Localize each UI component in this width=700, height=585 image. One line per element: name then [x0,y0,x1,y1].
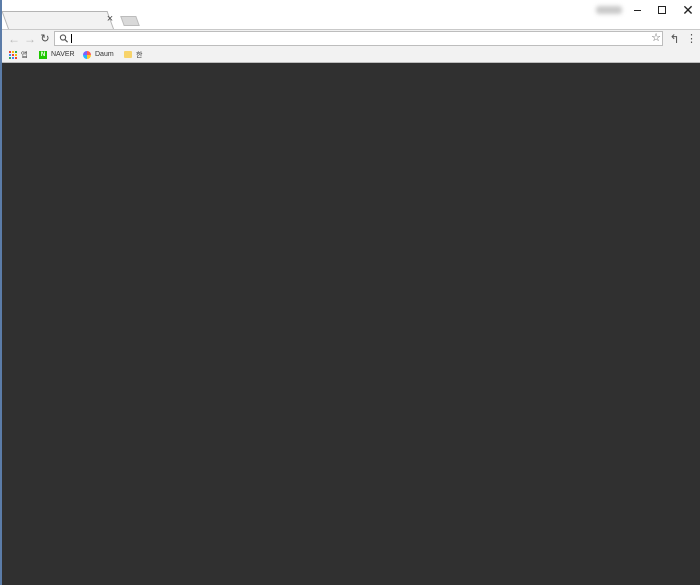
bookmark-label: Daum [95,51,114,58]
search-icon [59,34,69,43]
reload-button[interactable]: ↻ [38,32,52,46]
address-input[interactable] [70,32,630,45]
apps-grid-icon [9,50,17,59]
navigation-toolbar: ← → ↻ ☆ ↰ ⋮ [2,29,700,48]
reply-arrow-icon: ↰ [669,32,680,46]
daum-logo-icon [83,50,91,59]
close-window-button[interactable]: ✕ [676,1,700,19]
bookmark-daum[interactable]: Daum [83,49,114,60]
minimize-button[interactable] [625,1,649,19]
address-bar[interactable]: ☆ [54,31,663,46]
reload-icon: ↻ [40,33,50,45]
bookmark-naver[interactable]: N NAVER [39,49,75,60]
back-button[interactable]: ← [7,32,21,46]
kebab-menu-icon: ⋮ [686,33,697,45]
browser-window: × ✕ ← → ↻ ☆ ↰ ⋮ 앱 N NAVER Daum 한 [0,0,700,585]
bookmark-apps[interactable]: 앱 [9,49,27,60]
bookmarks-bar: 앱 N NAVER Daum 한 [2,47,700,63]
naver-logo-icon: N [39,50,47,59]
bookmark-label: 한 [136,51,143,59]
bookmark-folder[interactable]: 한 [124,49,142,60]
maximize-icon [658,6,666,14]
profile-indicator[interactable] [596,6,622,14]
bookmark-label: NAVER [51,51,75,58]
arrow-right-icon: → [24,32,36,46]
tab-strip: × ✕ [2,0,700,29]
folder-icon [124,51,132,58]
bookmark-star-icon[interactable]: ☆ [650,32,662,45]
bookmark-label: 앱 [21,51,28,59]
page-content-area[interactable] [2,63,700,585]
text-caret [71,34,72,43]
maximize-button[interactable] [650,1,674,19]
minimize-icon [633,9,641,11]
close-icon: ✕ [682,2,694,18]
browser-menu-button[interactable]: ⋮ [686,32,697,46]
new-tab-button[interactable] [120,16,140,26]
arrow-left-icon: ← [8,32,20,46]
extension-button[interactable]: ↰ [668,32,681,46]
active-tab[interactable] [2,11,115,29]
tab-close-icon[interactable]: × [105,13,115,25]
forward-button[interactable]: → [23,32,37,46]
